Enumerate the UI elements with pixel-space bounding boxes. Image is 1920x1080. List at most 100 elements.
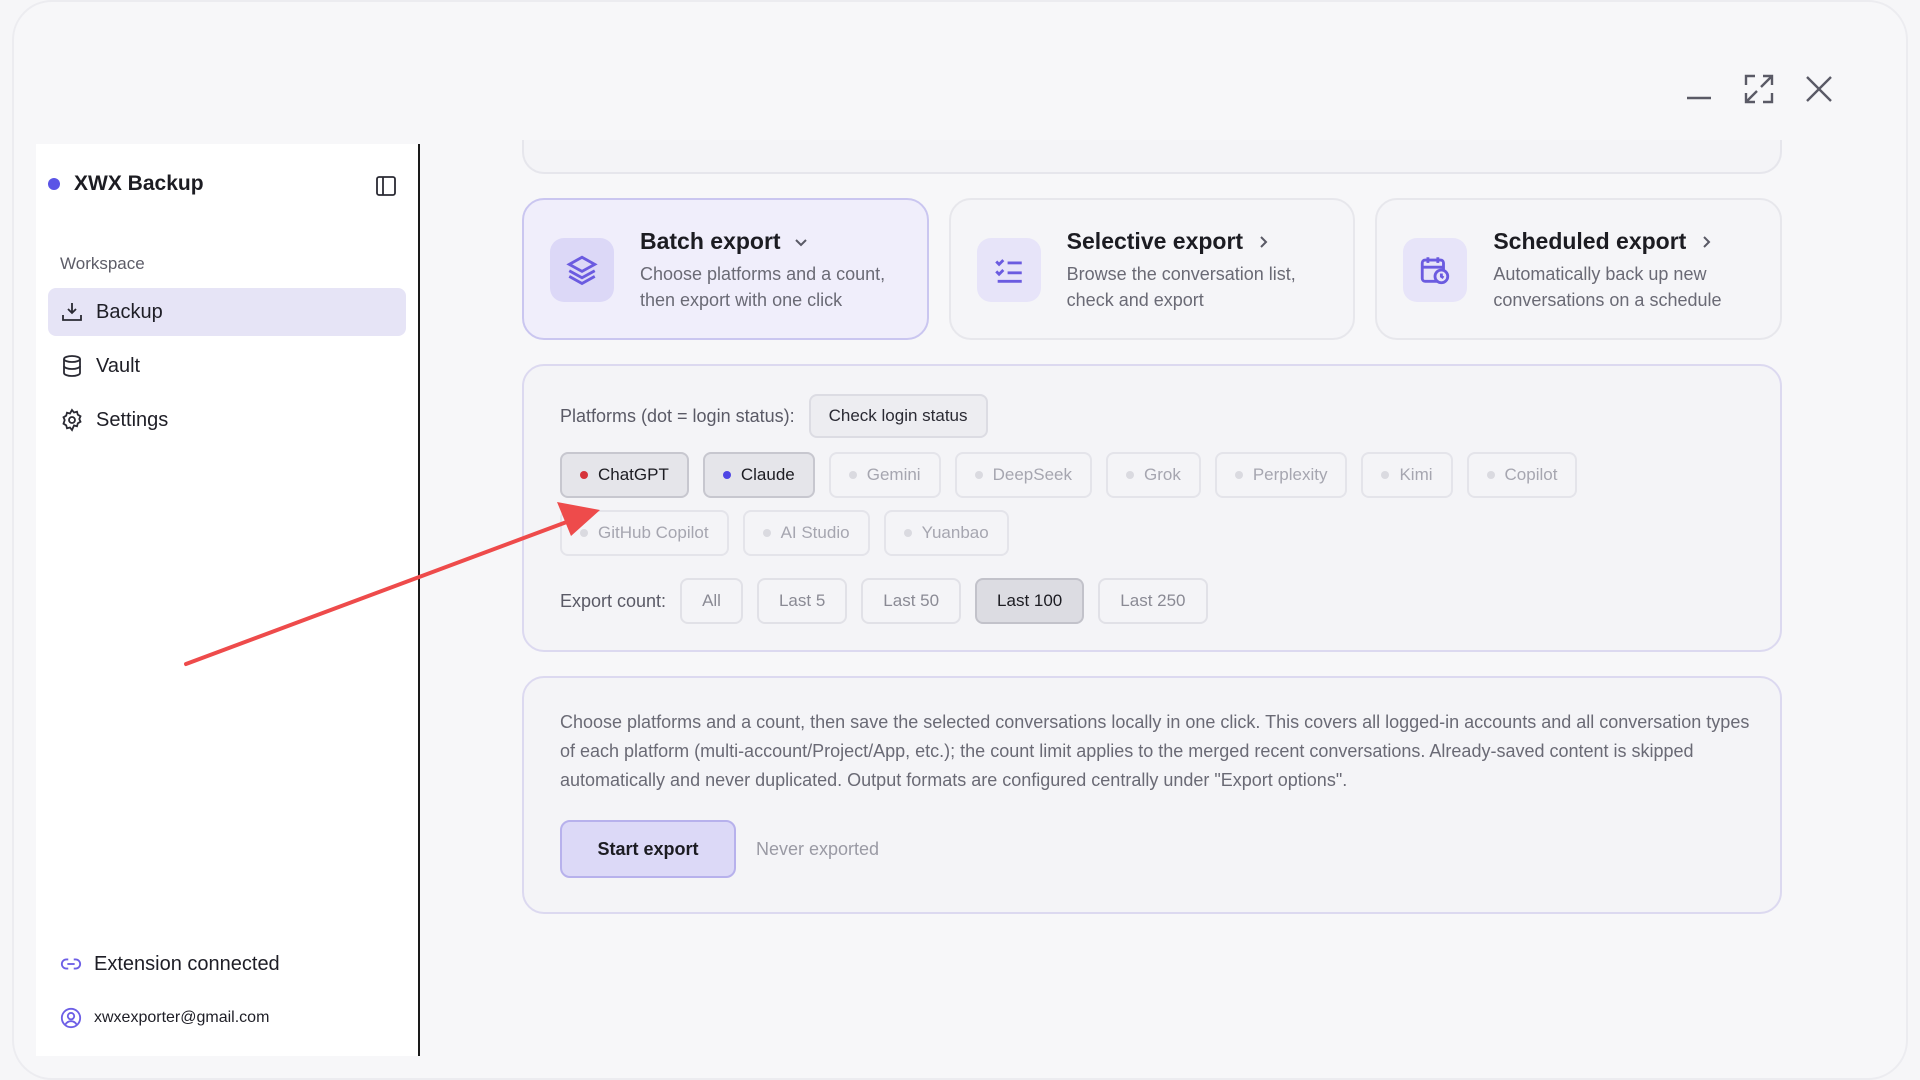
platform-selection-panel: Platforms (dot = login status): Check lo… [522,364,1782,652]
platform-chip-label: ChatGPT [598,465,669,484]
card-title: Selective export [1066,228,1244,254]
count-option-all[interactable]: All [680,578,743,624]
login-status-dot-icon [722,471,731,479]
card-description: Automatically back up new conversations … [1493,261,1760,313]
export-count-row: Export count: All Last 5 Last 50 Last 100 La… [560,578,1208,624]
platform-chip-ai-studio[interactable]: AI Studio [742,510,870,556]
count-option-last-50[interactable]: Last 50 [861,578,962,624]
maximize-icon[interactable] [1742,72,1776,106]
platform-chip-gemini[interactable]: Gemini [828,452,941,498]
check-login-status-button[interactable]: Check login status [808,394,988,438]
sidebar-item-label: Vault [96,354,141,377]
login-status-dot-icon [848,471,857,479]
login-status-dot-icon [1125,471,1134,479]
platform-chip-grok[interactable]: Grok [1105,452,1201,498]
login-status-dot-icon [580,529,588,537]
sidebar-item-label: Settings [96,408,169,431]
card-desc-line: Choose platforms and a count, [640,264,886,284]
previous-panel-edge [522,140,1782,174]
login-status-dot-icon [1381,471,1390,479]
platform-chip-label: Gemini [866,465,921,484]
platform-chip-github-copilot[interactable]: GitHub Copilot [560,510,729,556]
batch-export-card[interactable]: Batch export Choose platforms and a coun… [522,198,929,340]
batch-export-description: Choose platforms and a count, then save … [560,712,1750,790]
count-option-last-100[interactable]: Last 100 [975,578,1085,624]
gear-icon [62,408,82,432]
backup-icon [62,303,82,321]
platform-chip-copilot[interactable]: Copilot [1466,452,1578,498]
account[interactable]: xwxexporter@gmail.com [60,1000,280,1036]
platform-chip-label: Yuanbao [921,523,989,542]
platform-chip-label: Copilot [1504,465,1558,484]
sidebar-item-settings[interactable]: Settings [48,396,406,444]
checklist-icon [976,238,1041,302]
sidebar-footer: Extension connected xwxexporter@gmail.co… [60,928,280,1036]
platform-chip-label: DeepSeek [992,465,1072,484]
window-controls [1682,72,1836,106]
card-description: Browse the conversation list, check and … [1067,261,1334,313]
count-option-last-250[interactable]: Last 250 [1098,578,1208,624]
card-desc-line: conversations on a schedule [1493,290,1722,310]
login-status-dot-icon [974,471,983,479]
login-status-dot-icon [1234,471,1243,479]
login-status-dot-icon [580,471,588,479]
platform-chip-perplexity[interactable]: Perplexity [1214,452,1348,498]
platform-chip-label: Claude [740,465,795,484]
card-title-row: Batch export [640,228,907,255]
brand: XWX Backup [48,172,204,196]
sidebar: XWX Backup Workspace Backup Vault Settin… [36,144,420,1056]
platform-chip-label: Grok [1143,465,1181,484]
platform-chip-label: Kimi [1399,465,1433,484]
export-actions: Start export Never exported [560,820,879,878]
selective-export-card[interactable]: Selective export Browse the conversation… [948,198,1356,340]
platform-chip-claude[interactable]: Claude [702,452,815,498]
minimize-icon[interactable] [1682,72,1716,106]
platforms-header: Platforms (dot = login status): Check lo… [560,394,988,438]
scheduled-export-card[interactable]: Scheduled export Automatically back up n… [1375,198,1783,340]
platforms-label: Platforms (dot = login status): [560,405,795,426]
platform-chip-label: AI Studio [780,523,850,542]
export-mode-cards: Batch export Choose platforms and a coun… [522,198,1783,340]
platform-chip-chatgpt[interactable]: ChatGPT [560,452,689,498]
platform-chip-label: Perplexity [1252,465,1328,484]
card-desc-line: then export with one click [640,290,843,310]
account-email: xwxexporter@gmail.com [94,1009,270,1026]
sidebar-toggle-icon[interactable] [374,174,398,198]
platform-chip-deepseek[interactable]: DeepSeek [954,452,1092,498]
chevron-right-icon [1260,235,1268,248]
brand-dot-icon [48,178,60,190]
card-desc-line: check and export [1066,290,1204,310]
card-title-row: Selective export [1067,228,1334,255]
count-option-last-5[interactable]: Last 5 [756,578,848,624]
chevron-right-icon [1703,235,1711,248]
link-icon [60,958,82,970]
section-label-workspace: Workspace [60,254,145,273]
platform-chip-yuanbao[interactable]: Yuanbao [883,510,1009,556]
card-desc-line: Browse the conversation list, [1066,264,1296,284]
login-status-dot-icon [903,529,912,537]
layers-icon [550,238,614,302]
start-export-button[interactable]: Start export [560,820,736,878]
user-circle-icon [60,1007,82,1029]
sidebar-item-label: Backup [96,300,163,323]
sidebar-item-backup[interactable]: Backup [48,288,406,336]
card-desc-line: Automatically back up new [1493,264,1707,284]
sidebar-item-vault[interactable]: Vault [48,342,406,390]
card-title-row: Scheduled export [1493,228,1760,255]
extension-status-label: Extension connected [94,952,280,975]
database-icon [63,355,81,377]
platform-chips: ChatGPT Claude Gemini DeepSeek Grok Perplexit… [560,452,1750,556]
brand-name: XWX Backup [74,172,204,195]
calendar-clock-icon [1403,238,1468,302]
card-title: Scheduled export [1493,228,1687,254]
login-status-dot-icon [762,529,771,537]
login-status-dot-icon [1486,471,1495,479]
chevron-down-icon [794,238,807,246]
extension-status[interactable]: Extension connected [60,946,280,982]
close-icon[interactable] [1802,72,1836,106]
export-status: Never exported [756,838,880,859]
batch-export-info-panel: Choose platforms and a count, then save … [522,676,1782,914]
card-title: Batch export [640,228,781,254]
card-description: Choose platforms and a count, then expor… [640,261,907,313]
platform-chip-kimi[interactable]: Kimi [1361,452,1453,498]
